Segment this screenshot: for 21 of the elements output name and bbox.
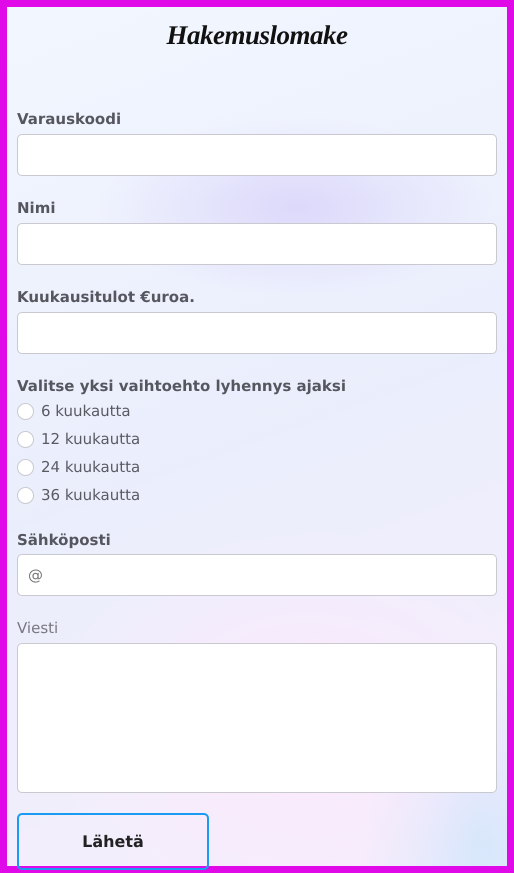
- radio-label[interactable]: 6 kuukautta: [41, 400, 131, 423]
- input-field[interactable]: [17, 312, 497, 354]
- radio-button[interactable]: [17, 459, 34, 476]
- field-label: Valitse yksi vaihtoehto lyhennys ajaksi: [17, 376, 346, 396]
- field-label: Viesti: [17, 619, 58, 638]
- input-field[interactable]: [17, 134, 497, 176]
- submit-button[interactable]: Lähetä: [17, 813, 209, 870]
- input-field[interactable]: [17, 222, 497, 265]
- radio-label[interactable]: 36 kuukautta: [41, 484, 140, 507]
- radio-label[interactable]: 24 kuukautta: [41, 456, 140, 479]
- message-field[interactable]: [17, 643, 497, 794]
- radio-button[interactable]: [17, 487, 34, 504]
- field-label: Varauskoodi: [17, 110, 122, 130]
- radio-label[interactable]: 12 kuukautta: [41, 428, 140, 451]
- form-title: Hakemuslomake: [165, 19, 348, 52]
- field-label: Kuukausitulot €uroa.: [17, 288, 195, 307]
- field-label: Sähköposti: [17, 530, 111, 550]
- email-field[interactable]: @: [17, 554, 497, 596]
- field-label: Nimi: [17, 199, 56, 218]
- radio-button[interactable]: [17, 431, 34, 448]
- radio-button[interactable]: [17, 403, 34, 420]
